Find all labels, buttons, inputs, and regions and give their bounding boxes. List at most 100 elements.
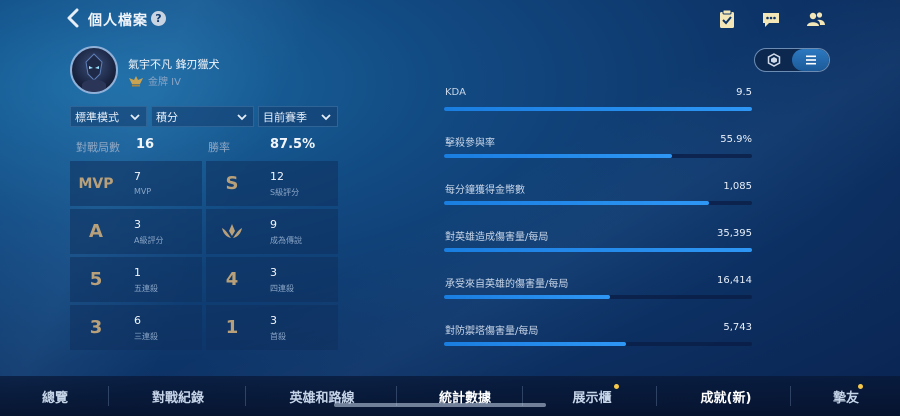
new-indicator-dot: [858, 384, 863, 389]
clipboard-check-icon[interactable]: [717, 9, 737, 29]
stat-first-blood: 1 3 首殺: [206, 305, 338, 350]
page-title: 個人檔案: [88, 13, 148, 29]
toggle-chart-view[interactable]: [755, 49, 792, 71]
metric-value: 9.5: [736, 87, 752, 98]
metric-row: 對防禦塔傷害量/每局 5,743: [444, 322, 752, 356]
metric-label: 對英雄造成傷害量/每局: [445, 232, 549, 243]
type-dropdown-label: 積分: [156, 110, 178, 124]
type-dropdown[interactable]: 積分: [151, 106, 254, 127]
first-blood-icon: 1: [225, 317, 239, 338]
metric-value: 55.9%: [720, 134, 752, 145]
stat-penta-kill: 5 1 五連殺: [70, 257, 202, 302]
mode-dropdown-label: 標準模式: [75, 110, 119, 124]
stat-value: 1: [134, 266, 141, 279]
metric-label: 承受來自英雄的傷害量/每局: [445, 279, 569, 290]
stat-a-rating: A 3 A級評分: [70, 209, 202, 254]
nav-divider: [790, 386, 791, 406]
stat-value: 3: [270, 314, 277, 327]
stat-s-rating: S 12 S級評分: [206, 161, 338, 206]
stat-value: 12: [270, 170, 284, 183]
metric-bar-fill: [444, 248, 752, 252]
friends-icon[interactable]: [806, 9, 826, 29]
a-rank-icon: A: [89, 221, 103, 242]
back-button[interactable]: [66, 8, 86, 30]
metric-bar-fill: [444, 342, 626, 346]
metric-value: 16,414: [717, 275, 752, 286]
stat-value: 3: [270, 266, 277, 279]
season-dropdown-label: 目前賽季: [263, 110, 307, 124]
tab-achievements[interactable]: 成就(新): [676, 376, 776, 416]
tab-showcase[interactable]: 展示櫃: [544, 376, 640, 416]
metric-label: 每分鐘獲得金幣數: [445, 185, 525, 196]
chat-bubble-icon[interactable]: [761, 9, 781, 29]
help-icon[interactable]: ?: [151, 11, 166, 26]
legendary-crest-icon: [206, 209, 258, 254]
s-rank-icon: S: [225, 173, 239, 194]
chevron-down-icon: [130, 114, 140, 121]
matches-label: 對戰局數: [76, 141, 120, 154]
stats-grid: MVP 7 MVP S 12 S級評分 A 3 A級評分 9 成為傳說 5 1 …: [70, 161, 338, 351]
stat-value: 3: [134, 218, 141, 231]
new-indicator-dot: [614, 384, 619, 389]
list-icon: [805, 55, 816, 65]
metric-value: 1,085: [723, 181, 752, 192]
metric-bar-fill: [444, 107, 752, 111]
metric-bar-fill: [444, 154, 672, 158]
header: 個人檔案 ?: [0, 0, 900, 40]
hexagon-icon: [767, 53, 780, 67]
tab-statistics[interactable]: 統計數據: [418, 376, 512, 416]
metric-row: 每分鐘獲得金幣數 1,085: [444, 181, 752, 215]
stat-value: 7: [134, 170, 141, 183]
chevron-down-icon: [237, 114, 247, 121]
tab-heroes-and-lanes[interactable]: 英雄和路線: [268, 376, 376, 416]
metric-bar-fill: [444, 201, 709, 205]
player-name: 氣宇不凡 鋒刃獵犬: [128, 58, 220, 71]
metric-row: KDA 9.5: [444, 87, 752, 121]
stat-label: 首殺: [270, 332, 286, 341]
triple-kill-icon: 3: [89, 317, 103, 338]
tab-close-friends[interactable]: 摯友: [806, 376, 886, 416]
metric-value: 35,395: [717, 228, 752, 239]
metric-bar-fill: [444, 295, 610, 299]
stat-label: S級評分: [270, 188, 300, 197]
tab-match-history[interactable]: 對戰紀錄: [128, 376, 228, 416]
metric-bar-track: [444, 342, 752, 346]
stat-value: 6: [134, 314, 141, 327]
metric-bar-track: [444, 295, 752, 299]
toggle-list-view[interactable]: [792, 49, 829, 71]
metric-label: 擊殺參與率: [445, 138, 495, 149]
stat-label: 三連殺: [134, 332, 158, 341]
metric-label: KDA: [445, 87, 466, 98]
stat-label: 四連殺: [270, 284, 294, 293]
metric-bar-track: [444, 154, 752, 158]
rank-info: 金牌 IV: [128, 73, 181, 88]
metric-label: 對防禦塔傷害量/每局: [445, 326, 539, 337]
stat-label: MVP: [134, 187, 152, 196]
view-toggle[interactable]: [754, 48, 830, 72]
chevron-left-icon: [67, 8, 79, 28]
stat-label: 成為傳說: [270, 236, 302, 245]
nav-divider: [656, 386, 657, 406]
matches-value: 16: [136, 137, 155, 152]
metric-value: 5,743: [723, 322, 752, 333]
active-tab-indicator: [334, 403, 546, 407]
season-dropdown[interactable]: 目前賽季: [258, 106, 338, 127]
stat-triple-kill: 3 6 三連殺: [70, 305, 202, 350]
avatar[interactable]: [70, 46, 118, 94]
stat-label: 五連殺: [134, 284, 158, 293]
metric-row: 承受來自英雄的傷害量/每局 16,414: [444, 275, 752, 309]
rank-emblem-icon: [129, 75, 143, 86]
tab-overview[interactable]: 總覽: [20, 376, 90, 416]
mvp-badge-icon: MVP: [78, 175, 114, 192]
metric-bar-track: [444, 248, 752, 252]
metric-row: 對英雄造成傷害量/每局 35,395: [444, 228, 752, 262]
bottom-nav: 總覽 對戰紀錄 英雄和路線 統計數據 展示櫃 成就(新) 摯友: [0, 376, 900, 416]
stat-legendary: 9 成為傳說: [206, 209, 338, 254]
mode-dropdown[interactable]: 標準模式: [70, 106, 147, 127]
winrate-value: 87.5%: [270, 137, 316, 152]
rank-label: 金牌 IV: [148, 77, 181, 88]
stat-value: 9: [270, 218, 277, 231]
nav-divider: [108, 386, 109, 406]
metric-bar-track: [444, 107, 752, 111]
stat-mvp: MVP 7 MVP: [70, 161, 202, 206]
